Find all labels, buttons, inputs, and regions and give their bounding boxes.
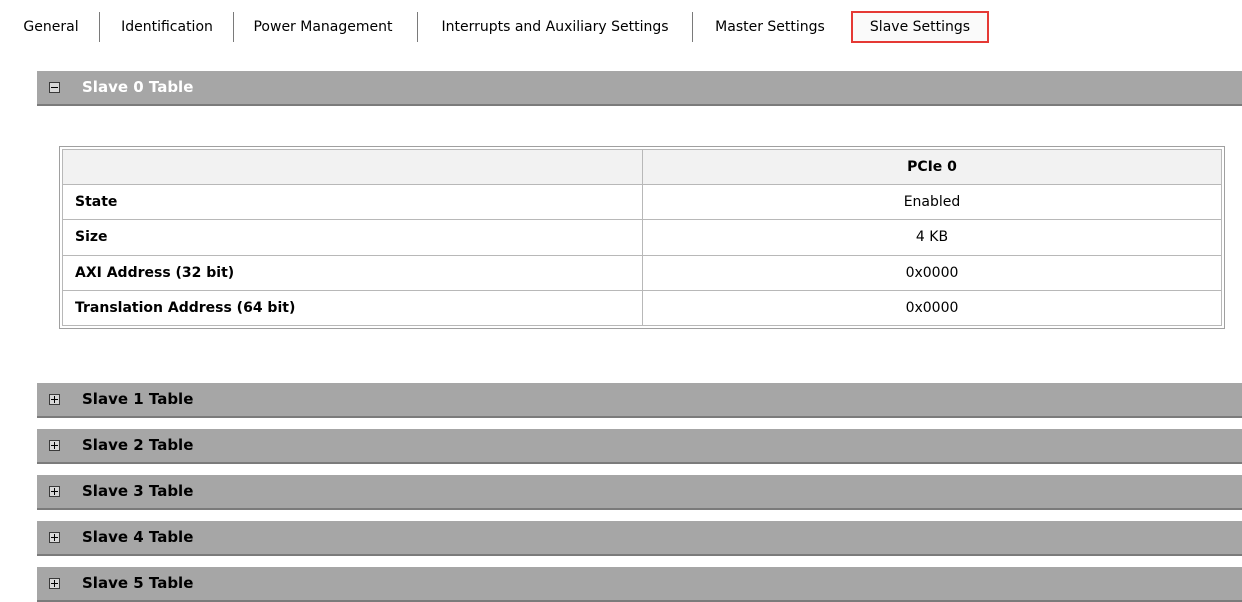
expand-icon[interactable] xyxy=(49,532,60,543)
size-value[interactable]: 4 KB xyxy=(642,219,1222,256)
tab-bar: General Identification Power Management … xyxy=(0,0,1242,46)
tab-identification[interactable]: Identification xyxy=(113,12,221,42)
table-row: AXI Address (32 bit) 0x0000 xyxy=(62,254,1222,291)
table-header-empty xyxy=(62,148,643,186)
table-row: Size 4 KB xyxy=(62,219,1222,256)
slave-2-table-header[interactable]: Slave 2 Table xyxy=(37,429,1242,464)
tab-master-settings[interactable]: Master Settings xyxy=(706,12,834,42)
tab-power-management[interactable]: Power Management xyxy=(246,12,400,42)
tab-separator xyxy=(692,12,693,42)
section-title: Slave 0 Table xyxy=(82,78,194,96)
table-row: Translation Address (64 bit) 0x0000 xyxy=(62,289,1222,327)
translation-address-value[interactable]: 0x0000 xyxy=(642,289,1222,327)
tab-general[interactable]: General xyxy=(16,12,86,42)
row-label: State xyxy=(62,184,643,221)
table-header-row: PCIe 0 xyxy=(62,148,1222,186)
tab-slave-settings[interactable]: Slave Settings xyxy=(851,11,989,43)
state-value[interactable]: Enabled xyxy=(642,184,1222,221)
axi-address-value[interactable]: 0x0000 xyxy=(642,254,1222,291)
section-title: Slave 1 Table xyxy=(82,390,194,408)
tab-interrupts-and-auxiliary-settings[interactable]: Interrupts and Auxiliary Settings xyxy=(430,12,680,42)
section-title: Slave 2 Table xyxy=(82,436,194,454)
column-header-pcie-0: PCIe 0 xyxy=(642,148,1222,186)
slave-1-table-header[interactable]: Slave 1 Table xyxy=(37,383,1242,418)
slave-0-table-header[interactable]: Slave 0 Table xyxy=(37,71,1242,106)
section-title: Slave 3 Table xyxy=(82,482,194,500)
tab-separator xyxy=(99,12,100,42)
table-row: State Enabled xyxy=(62,184,1222,221)
expand-icon[interactable] xyxy=(49,578,60,589)
expand-icon[interactable] xyxy=(49,394,60,405)
row-label: Translation Address (64 bit) xyxy=(62,289,643,327)
expand-icon[interactable] xyxy=(49,486,60,497)
tab-separator xyxy=(233,12,234,42)
tab-separator xyxy=(417,12,418,42)
slave-0-table: PCIe 0 State Enabled Size 4 KB AXI Addre… xyxy=(59,146,1225,329)
slave-5-table-header[interactable]: Slave 5 Table xyxy=(37,567,1242,602)
expand-icon[interactable] xyxy=(49,440,60,451)
row-label: Size xyxy=(62,219,643,256)
slave-4-table-header[interactable]: Slave 4 Table xyxy=(37,521,1242,556)
collapse-icon[interactable] xyxy=(49,82,60,93)
slave-3-table-header[interactable]: Slave 3 Table xyxy=(37,475,1242,510)
section-title: Slave 4 Table xyxy=(82,528,194,546)
section-title: Slave 5 Table xyxy=(82,574,194,592)
row-label: AXI Address (32 bit) xyxy=(62,254,643,291)
